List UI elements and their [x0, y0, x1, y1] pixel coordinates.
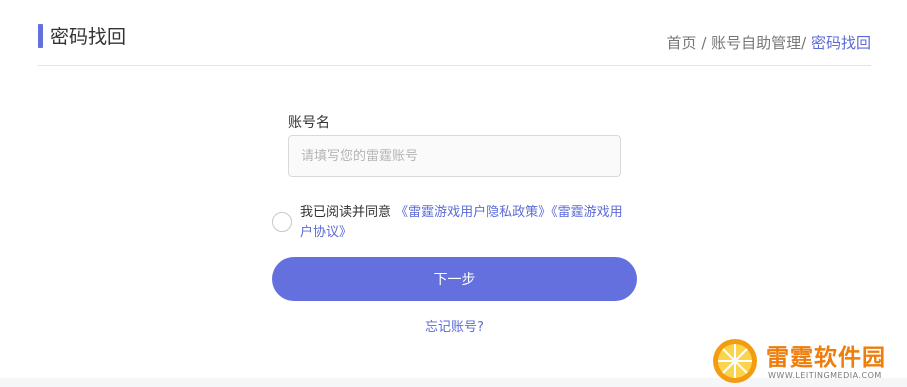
breadcrumb-separator: / — [696, 34, 712, 52]
breadcrumb-section-link[interactable]: 账号自助管理 — [711, 34, 801, 52]
account-input[interactable] — [288, 135, 621, 177]
title-accent-bar — [38, 24, 43, 48]
agreement-text: 我已阅读并同意 《雷霆游戏用户隐私政策》《雷霆游戏用户协议》 — [300, 203, 635, 243]
recovery-card: 密码找回 首页 / 账号自助管理/ 密码找回 账号名 我已阅读并同意 《雷霆游戏… — [0, 0, 907, 378]
breadcrumb: 首页 / 账号自助管理/ 密码找回 — [667, 33, 871, 53]
breadcrumb-current: 密码找回 — [810, 34, 871, 52]
watermark-url: WWW.LEITINGMEDIA.COM — [768, 371, 882, 380]
page-title: 密码找回 — [50, 26, 127, 48]
agreement-prefix: 我已阅读并同意 — [300, 205, 396, 220]
forgot-account-link[interactable]: 忘记账号? — [0, 319, 907, 337]
next-button[interactable]: 下一步 — [272, 257, 637, 301]
account-label: 账号名 — [288, 115, 330, 131]
breadcrumb-home-link[interactable]: 首页 — [667, 34, 697, 52]
agree-radio[interactable] — [272, 212, 292, 232]
header-divider — [38, 65, 871, 66]
privacy-policy-link[interactable]: 《雷霆游戏用户隐私政策》 — [395, 205, 551, 220]
breadcrumb-separator: / — [801, 34, 811, 52]
watermark-name: 雷霆软件园 — [766, 345, 886, 371]
